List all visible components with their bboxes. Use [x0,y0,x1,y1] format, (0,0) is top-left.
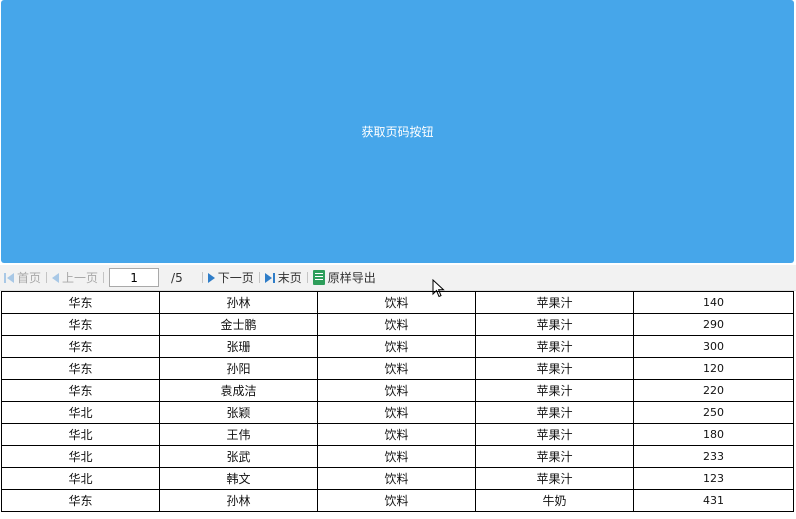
table-row: 华北 张颖 饮料 苹果汁 250 [1,401,794,424]
region-cell: 华东 [1,379,160,402]
toolbar-divider [306,272,308,283]
product-cell: 苹果汁 [475,313,634,336]
category-cell: 饮料 [317,357,476,380]
category-cell: 饮料 [317,467,476,490]
category-cell: 饮料 [317,291,476,314]
total-pages-label: /5 [171,270,183,285]
region-cell: 华东 [1,357,160,380]
quantity-cell: 140 [633,291,794,314]
quantity-cell: 290 [633,313,794,336]
quantity-cell: 120 [633,357,794,380]
product-cell: 苹果汁 [475,335,634,358]
toolbar-divider [201,272,203,283]
next-page-icon [207,272,215,283]
last-page-label: 末页 [277,271,302,285]
salesperson-cell: 孙林 [159,489,318,512]
toolbar-divider [46,272,48,283]
quantity-cell: 123 [633,467,794,490]
prev-page-label: 上一页 [62,271,99,285]
quantity-cell: 233 [633,445,794,468]
data-table: 华东 孙林 饮料 苹果汁 140 华东 金士鹏 饮料 苹果汁 290 华东 张珊 饮料 苹果汁 300 华东孙… [1,291,794,512]
quantity-cell: 431 [633,489,794,512]
table-row: 华东 孙林 饮料 牛奶 431 [1,489,794,512]
region-cell: 华北 [1,401,160,424]
region-cell: 华北 [1,467,160,490]
toolbar-divider [258,272,260,283]
table-row: 华北 韩文 饮料 苹果汁 123 [1,467,794,490]
category-cell: 饮料 [317,335,476,358]
product-cell: 苹果汁 [475,445,634,468]
category-cell: 饮料 [317,423,476,446]
region-cell: 华东 [1,313,160,336]
salesperson-cell: 孙阳 [159,357,318,380]
category-cell: 饮料 [317,379,476,402]
quantity-cell: 220 [633,379,794,402]
first-page-label: 首页 [17,271,42,285]
salesperson-cell: 金士鹏 [159,313,318,336]
region-cell: 华东 [1,489,160,512]
table-row: 华东 孙林 饮料 苹果汁 140 [1,291,794,314]
category-cell: 饮料 [317,401,476,424]
salesperson-cell: 张珊 [159,335,318,358]
salesperson-cell: 王伟 [159,423,318,446]
table-row: 华东 孙阳 饮料 苹果汁 120 [1,357,794,380]
product-cell: 牛奶 [475,489,634,512]
table-row: 华北 张武 饮料 苹果汁 233 [1,445,794,468]
salesperson-cell: 袁成洁 [159,379,318,402]
last-page-icon [264,272,275,283]
quantity-cell: 180 [633,423,794,446]
data-table-body: 华东 孙林 饮料 苹果汁 140 华东 金士鹏 饮料 苹果汁 290 华东 张珊 饮料 苹果汁 300 华东孙… [1,291,794,512]
export-as-is-label: 原样导出 [327,271,376,285]
first-page-button[interactable]: 首页 [0,269,45,286]
excel-export-icon [312,270,325,285]
table-row: 华东 张珊 饮料 苹果汁 300 [1,335,794,358]
next-page-label: 下一页 [217,271,254,285]
category-cell: 饮料 [317,445,476,468]
salesperson-cell: 韩文 [159,467,318,490]
get-page-number-button-label: 获取页码按钮 [361,125,434,139]
product-cell: 苹果汁 [475,401,634,424]
export-as-is-button[interactable]: 原样导出 [309,269,380,286]
quantity-cell: 250 [633,401,794,424]
next-page-button[interactable]: 下一页 [204,269,258,286]
product-cell: 苹果汁 [475,467,634,490]
product-cell: 苹果汁 [475,291,634,314]
product-cell: 苹果汁 [475,379,634,402]
region-cell: 华东 [1,291,160,314]
quantity-cell: 300 [633,335,794,358]
region-cell: 华北 [1,423,160,446]
category-cell: 饮料 [317,313,476,336]
toolbar-divider [103,272,105,283]
table-row: 华北 王伟 饮料 苹果汁 180 [1,423,794,446]
salesperson-cell: 张武 [159,445,318,468]
salesperson-cell: 张颖 [159,401,318,424]
first-page-icon [4,272,14,283]
salesperson-cell: 孙林 [159,291,318,314]
pagination-toolbar: 首页 上一页 /5 下一页 末页 原样导出 [0,265,796,291]
last-page-button[interactable]: 末页 [261,269,306,286]
product-cell: 苹果汁 [475,357,634,380]
product-cell: 苹果汁 [475,423,634,446]
table-row: 华东 金士鹏 饮料 苹果汁 290 [1,313,794,336]
page-number-input[interactable] [109,268,160,287]
region-cell: 华东 [1,335,160,358]
prev-page-icon [52,272,60,283]
region-cell: 华北 [1,445,160,468]
category-cell: 饮料 [317,489,476,512]
get-page-number-button[interactable]: 获取页码按钮 [1,0,794,263]
table-row: 华东 袁成洁 饮料 苹果汁 220 [1,379,794,402]
prev-page-button[interactable]: 上一页 [48,269,102,286]
